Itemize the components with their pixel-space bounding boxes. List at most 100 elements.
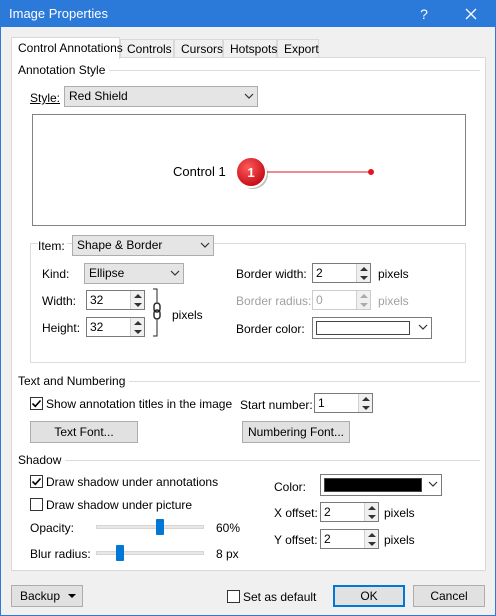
shadow-color-swatch (324, 478, 422, 492)
border-color-picker[interactable] (312, 317, 432, 339)
ok-button[interactable]: OK (333, 585, 405, 607)
blur-radius-label: Blur radius: (30, 547, 91, 561)
text-font-button[interactable]: Text Font... (30, 421, 138, 443)
annotation-style-heading: Annotation Style (18, 63, 110, 77)
style-select-value: Red Shield (69, 89, 128, 103)
shadow-picture-checkbox[interactable] (30, 498, 43, 511)
image-properties-dialog: Image Properties ? Control Annotations C… (0, 0, 496, 616)
backup-button-label: Backup (20, 589, 61, 603)
blur-radius-value: 8 px (216, 547, 239, 561)
badge-number: 1 (247, 165, 254, 180)
tab-cursors[interactable]: Cursors (174, 39, 223, 58)
tab-control-annotations[interactable]: Control Annotations (11, 37, 123, 59)
title-bar[interactable]: Image Properties ? (1, 1, 495, 27)
blur-slider-track[interactable] (96, 551, 204, 555)
opacity-slider-track[interactable] (96, 525, 204, 529)
shadow-annotations-checkbox[interactable] (30, 475, 43, 488)
dropdown-arrow-icon (68, 594, 76, 598)
opacity-label: Opacity: (30, 521, 75, 535)
width-value: 32 (90, 293, 104, 307)
annotation-preview: Control 1 1 (32, 114, 466, 226)
border-width-label: Border width: (236, 267, 307, 281)
up-arrow-icon (134, 321, 142, 325)
blur-slider-thumb[interactable] (116, 545, 124, 561)
set-default-checkbox[interactable] (227, 590, 240, 603)
shadow-annotations-label[interactable]: Draw shadow under annotations (46, 475, 218, 489)
text-numbering-heading: Text and Numbering (18, 374, 130, 388)
up-arrow-icon (368, 533, 376, 537)
up-arrow-icon (360, 267, 368, 271)
border-color-label: Border color: (236, 322, 305, 336)
chevron-down-icon (200, 242, 210, 248)
tab-hotspots[interactable]: Hotspots (223, 39, 277, 58)
tab-controls[interactable]: Controls (120, 39, 174, 58)
up-arrow-icon (360, 294, 368, 298)
tab-panel: Annotation Style Style: Red Shield Contr… (11, 57, 486, 571)
x-offset-spinner[interactable]: 2 (320, 502, 379, 522)
cancel-button[interactable]: Cancel (413, 585, 485, 607)
kind-select[interactable]: Ellipse (84, 263, 184, 284)
border-width-unit: pixels (378, 267, 409, 281)
border-radius-unit: pixels (378, 294, 409, 308)
x-offset-label: X offset: (274, 506, 318, 520)
set-default-label[interactable]: Set as default (243, 590, 316, 604)
up-arrow-icon (368, 506, 376, 510)
down-arrow-icon (368, 515, 376, 519)
size-unit-label: pixels (172, 308, 203, 322)
numbering-font-button[interactable]: Numbering Font... (242, 421, 350, 443)
start-number-spinner[interactable]: 1 (314, 393, 373, 413)
link-aspect-icon[interactable] (152, 288, 162, 340)
width-spinner[interactable]: 32 (86, 290, 145, 310)
border-radius-value: 0 (316, 293, 323, 307)
item-select[interactable]: Shape & Border (72, 235, 214, 256)
height-spinner[interactable]: 32 (86, 317, 145, 337)
border-width-value: 2 (316, 266, 323, 280)
spinner-arrows[interactable] (364, 503, 378, 521)
help-button[interactable]: ? (409, 3, 439, 25)
close-icon (465, 8, 477, 20)
opacity-slider-thumb[interactable] (156, 519, 164, 535)
shadow-picture-label[interactable]: Draw shadow under picture (46, 498, 192, 512)
border-radius-label: Border radius: (236, 294, 312, 308)
preview-control-label: Control 1 (173, 164, 226, 179)
backup-button[interactable]: Backup (11, 585, 83, 607)
divider (18, 460, 480, 461)
window-title: Image Properties (9, 6, 108, 21)
spinner-arrows[interactable] (364, 530, 378, 548)
show-titles-label[interactable]: Show annotation titles in the image (46, 397, 232, 411)
down-arrow-icon (134, 303, 142, 307)
spinner-arrows[interactable] (356, 291, 370, 309)
kind-label: Kind: (42, 267, 70, 281)
style-label-text: Style: (30, 91, 61, 105)
border-radius-spinner[interactable]: 0 (312, 290, 371, 310)
down-arrow-icon (368, 542, 376, 546)
spinner-arrows[interactable] (130, 318, 144, 336)
y-offset-value: 2 (324, 532, 331, 546)
spinner-arrows[interactable] (358, 394, 372, 412)
shadow-color-picker[interactable] (320, 474, 442, 496)
spinner-arrows[interactable] (356, 264, 370, 282)
y-offset-unit: pixels (384, 533, 415, 547)
checkmark-icon (31, 477, 42, 486)
down-arrow-icon (362, 406, 370, 410)
x-offset-unit: pixels (384, 506, 415, 520)
chevron-down-icon (418, 324, 428, 330)
x-offset-value: 2 (324, 505, 331, 519)
show-titles-checkbox[interactable] (30, 397, 43, 410)
y-offset-spinner[interactable]: 2 (320, 529, 379, 549)
kind-select-value: Ellipse (89, 266, 125, 280)
chevron-down-icon (170, 270, 180, 276)
style-select[interactable]: Red Shield (64, 86, 258, 107)
spinner-arrows[interactable] (130, 291, 144, 309)
border-color-swatch (316, 321, 410, 335)
border-width-spinner[interactable]: 2 (312, 263, 371, 283)
start-number-value: 1 (318, 396, 325, 410)
close-button[interactable] (456, 3, 486, 25)
down-arrow-icon (134, 330, 142, 334)
height-label: Height: (42, 321, 81, 335)
tab-export[interactable]: Export (277, 39, 319, 58)
down-arrow-icon (360, 303, 368, 307)
preview-annotation: 1 (235, 156, 374, 189)
shadow-color-label: Color: (274, 480, 307, 494)
style-label: Style: (30, 91, 60, 105)
